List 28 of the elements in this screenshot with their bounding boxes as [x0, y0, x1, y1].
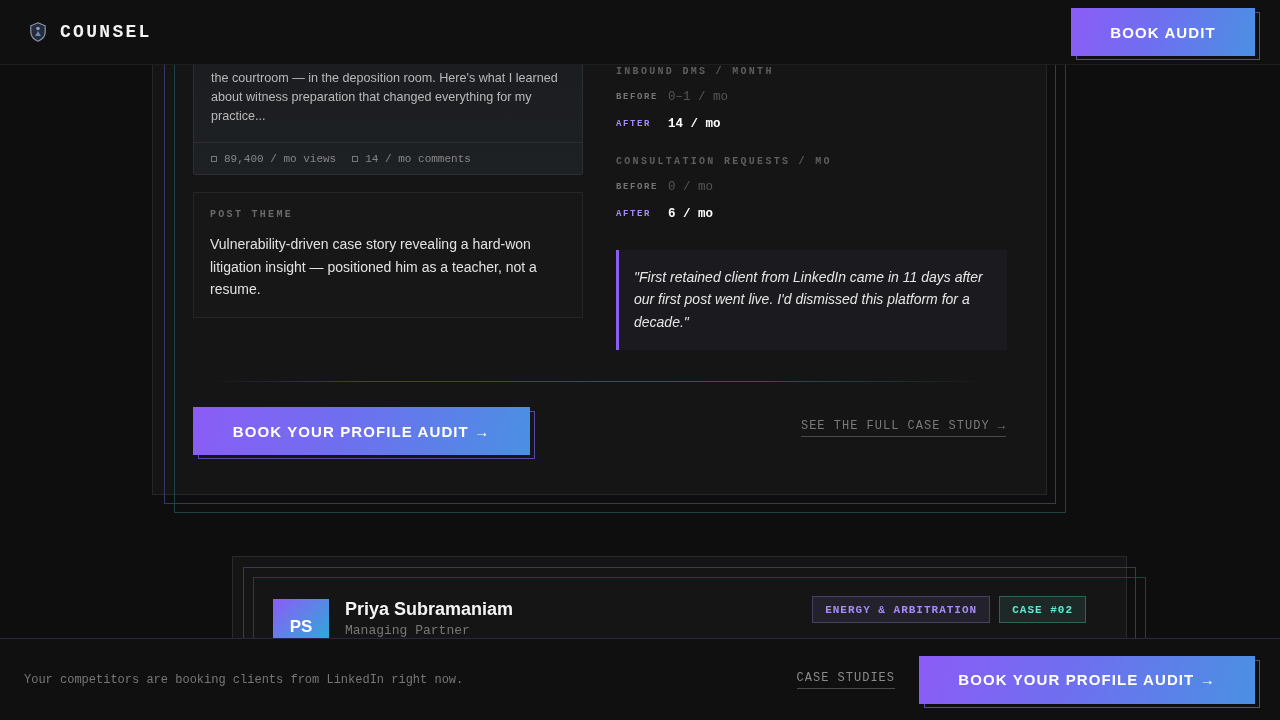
metric-label: AFTER [616, 209, 652, 219]
post-excerpt: the courtroom — in the deposition room. Here's what I learned about witness preparation that changed everything for my practice... [210, 69, 559, 125]
metric-title: INBOUND DMS / MONTH [616, 65, 775, 79]
section-label: POST THEME [210, 208, 294, 222]
shield-icon [30, 22, 46, 42]
footer-message: Your competitors are booking clients from LinkedIn right now. [24, 672, 464, 687]
person-role: Managing Partner [345, 623, 471, 638]
person-name: Priya Subramaniam [345, 599, 514, 619]
metric-label: BEFORE [616, 92, 659, 102]
metric-value: 14 / mo [668, 117, 721, 131]
avatar-initials: PS [273, 599, 329, 638]
metric-title: CONSULTATION REQUESTS / MO [616, 155, 833, 169]
tag: ENERGY & ARBITRATION [812, 596, 991, 623]
metric-label: BEFORE [616, 182, 659, 192]
full-case-study-link[interactable]: SEE THE FULL CASE STUDY → [800, 419, 1006, 437]
metric-value: 6 / mo [668, 207, 713, 221]
square-icon [352, 155, 359, 162]
metric-value: 0 / mo [668, 180, 713, 194]
tag: CASE #02 [999, 596, 1086, 623]
square-icon [211, 155, 217, 162]
case-studies-link[interactable]: CASE STUDIES [796, 670, 895, 689]
post-theme-text: Vulnerability-driven case story revealing a hard-won litigation insight — positioned him as a teacher, not a resume. [210, 235, 538, 299]
metric-value: 0–1 / mo [668, 90, 728, 104]
stat-text: 89,400 / mo views [224, 152, 337, 165]
metric-label: AFTER [616, 119, 652, 129]
stat-text: 14 / mo comments [365, 152, 471, 165]
brand-name: COUNSEL [60, 22, 152, 42]
testimonial-quote: "First retained client from LinkedIn came in 11 days after our first post went live. I'd dismissed this platform for a decade." [616, 250, 1007, 350]
